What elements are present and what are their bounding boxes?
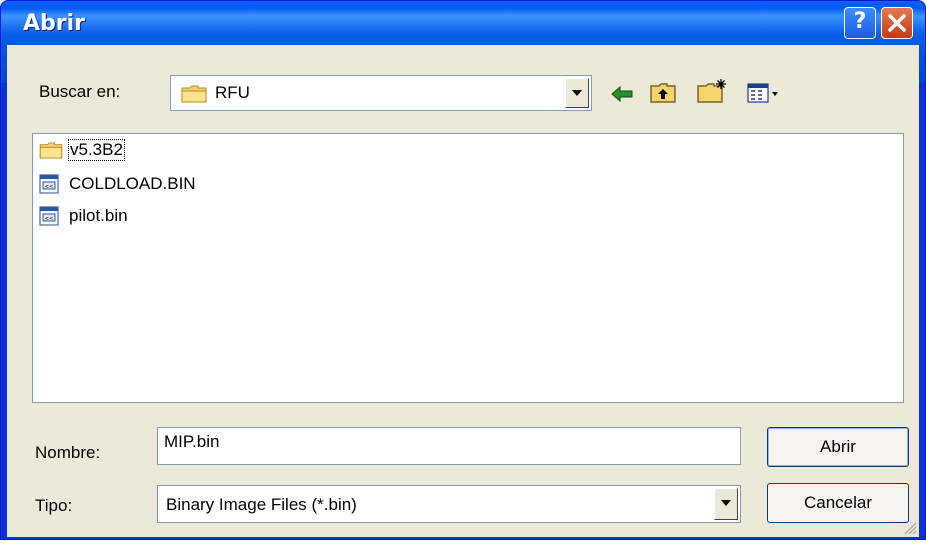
file-name: v5.3B2 [68, 139, 125, 161]
look-in-value: RFU [215, 83, 250, 102]
window-title: Abrir [23, 11, 86, 36]
view-menu-icon[interactable] [747, 82, 783, 104]
filetype-value: Binary Image Files (*.bin) [166, 495, 357, 514]
back-arrow-icon[interactable] [610, 85, 634, 103]
folder-icon [181, 85, 207, 103]
file-name: pilot.bin [69, 206, 128, 225]
look-in-combo[interactable]: RFU [170, 75, 592, 111]
close-icon [888, 14, 906, 32]
svg-text:<<: << [45, 216, 53, 222]
file-name: COLDLOAD.BIN [69, 174, 196, 193]
open-button[interactable]: Abrir [767, 427, 909, 467]
open-dialog: Abrir ? Buscar en: RFU v5.3B2 << COLDLOA… [0, 0, 926, 540]
svg-text:<<: << [45, 184, 53, 190]
filename-label: Nombre: [35, 443, 101, 462]
file-list[interactable]: v5.3B2 << COLDLOAD.BIN << pilot.bin [32, 133, 904, 403]
resize-grip-icon[interactable] [901, 519, 917, 535]
dialog-body: Buscar en: RFU v5.3B2 << COLDLOAD.BIN <<… [7, 45, 919, 537]
filetype-dropdown-arrow[interactable] [714, 488, 738, 520]
filetype-label: Tipo: [35, 496, 73, 515]
close-button[interactable] [881, 7, 913, 39]
binary-file-icon: << [39, 206, 59, 226]
filetype-combo[interactable]: Binary Image Files (*.bin) [157, 485, 741, 523]
folder-icon [39, 142, 63, 159]
binary-file-icon: << [39, 174, 59, 194]
look-in-dropdown-arrow[interactable] [565, 78, 589, 108]
up-folder-icon[interactable] [650, 82, 676, 104]
look-in-label: Buscar en: [39, 82, 121, 101]
new-folder-icon[interactable] [697, 78, 729, 104]
filename-input[interactable]: MIP.bin [157, 427, 741, 465]
cancel-button[interactable]: Cancelar [767, 483, 909, 523]
help-button[interactable]: ? [844, 7, 876, 39]
